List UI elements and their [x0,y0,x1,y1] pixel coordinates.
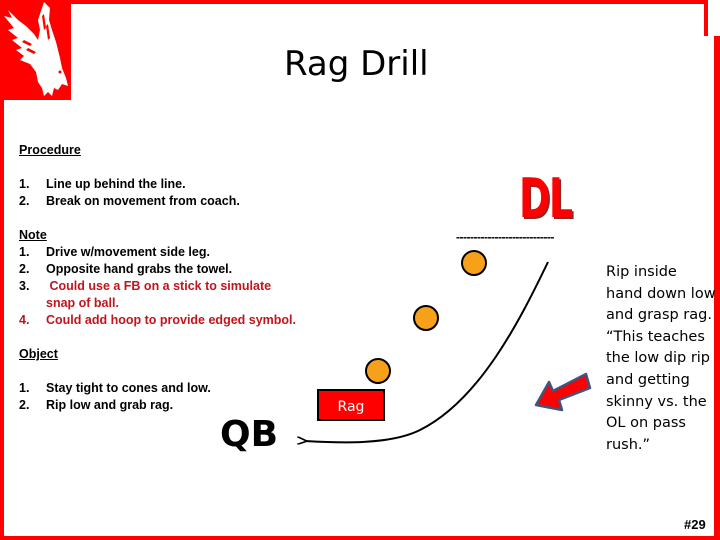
slide-number: #29 [684,517,706,532]
rag-box: Rag [317,389,385,421]
cone [461,250,487,276]
rag-label: Rag [338,399,365,415]
cone [413,305,439,331]
pointer-arrow-icon [534,372,592,412]
coaching-point-text: Rip inside hand down low and grasp rag. … [606,264,716,453]
cone [365,358,391,384]
